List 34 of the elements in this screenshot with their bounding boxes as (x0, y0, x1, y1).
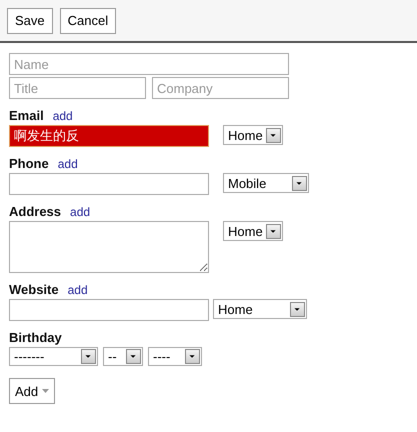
section-label: Address (9, 204, 62, 219)
section-label: Email (9, 108, 44, 123)
section-label: Birthday (9, 330, 62, 345)
add-link[interactable]: add (70, 205, 90, 219)
cancel-button[interactable]: Cancel (60, 8, 116, 34)
title-field[interactable]: Title (9, 77, 146, 99)
save-button[interactable]: Save (7, 8, 53, 34)
caret-icon (290, 302, 305, 316)
caret-icon (266, 128, 281, 142)
type-select[interactable]: Home (223, 221, 283, 241)
name-field[interactable]: Name (9, 53, 289, 75)
caret-icon (292, 176, 307, 190)
type-select[interactable]: Home (213, 299, 307, 319)
caret-icon (42, 389, 50, 393)
type-select[interactable]: -- (103, 347, 143, 366)
add-link[interactable]: add (68, 283, 88, 297)
type-select[interactable]: ------- (9, 347, 98, 366)
text-field[interactable] (9, 173, 209, 195)
caret-icon (126, 349, 141, 364)
caret-icon (81, 349, 96, 364)
caret-icon (185, 349, 200, 364)
address-field[interactable] (9, 221, 209, 273)
type-select[interactable]: Home (223, 125, 283, 145)
type-select[interactable]: Mobile (223, 173, 309, 193)
text-field[interactable] (9, 299, 209, 321)
company-field[interactable]: Company (152, 77, 289, 99)
section-label: Website (9, 282, 59, 297)
section-label: Phone (9, 156, 49, 171)
caret-icon (266, 224, 281, 238)
add-link[interactable]: add (52, 109, 73, 123)
add-button[interactable]: Add (9, 378, 56, 404)
type-select[interactable]: ---- (148, 347, 202, 366)
text-field[interactable]: 啊发生的反 (9, 125, 209, 147)
add-link[interactable]: add (58, 157, 78, 171)
